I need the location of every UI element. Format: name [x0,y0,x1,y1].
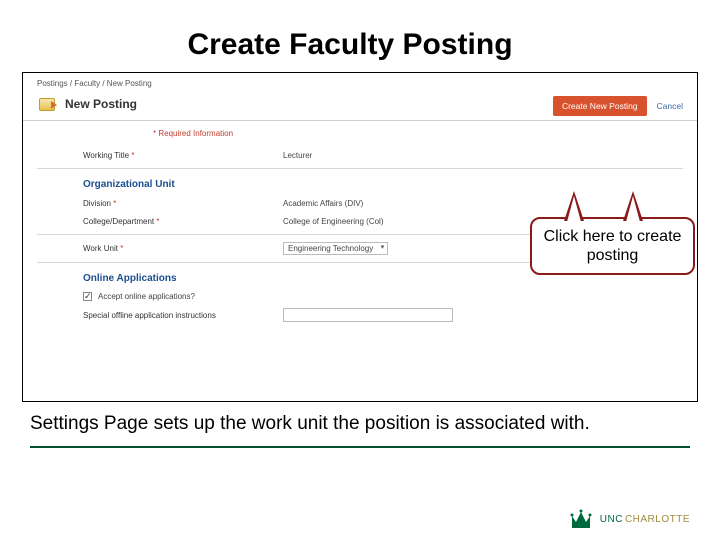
callout-arrow-icon [623,191,643,221]
college-value: College of Engineering (Col) [283,217,384,226]
division-row: Division * Academic Affairs (DIV) [23,194,697,212]
college-label: College/Department * [83,217,283,226]
accept-online-row: Accept online applications? [23,288,697,305]
required-info-label: * Required Information [23,121,697,146]
callout-text: Click here to create posting [538,227,687,265]
application-screenshot: Postings / Faculty / New Posting New Pos… [22,72,698,402]
slide-caption: Settings Page sets up the work unit the … [0,402,720,440]
divider [37,168,683,169]
callout-bubble: Click here to create posting [530,217,695,275]
footer-rule [30,446,690,448]
accept-online-label: Accept online applications? [98,292,195,301]
callout-arrow-icon [564,191,584,221]
special-instructions-input[interactable] [283,308,453,322]
work-unit-dropdown[interactable]: Engineering Technology [283,242,388,255]
crown-icon [568,508,594,530]
folder-arrow-icon [37,96,57,112]
special-instructions-label: Special offline application instructions [83,311,283,320]
slide-title: Create Faculty Posting [0,0,560,72]
create-new-posting-button[interactable]: Create New Posting [553,96,647,116]
working-title-value: Lecturer [283,151,312,160]
division-label: Division * [83,199,283,208]
unc-charlotte-logo: UNCCHARLOTTE [568,508,690,530]
logo-text: UNCCHARLOTTE [600,514,690,525]
working-title-row: Working Title * Lecturer [23,146,697,164]
division-value: Academic Affairs (DIV) [283,199,363,208]
working-title-label: Working Title * [83,151,283,160]
special-instructions-row: Special offline application instructions [23,305,697,325]
header-actions: Create New Posting Cancel [553,96,683,116]
org-unit-heading: Organizational Unit [23,173,697,194]
posting-header: New Posting Create New Posting Cancel [23,92,697,121]
accept-online-checkbox[interactable] [83,292,92,301]
page-title: New Posting [65,97,137,111]
breadcrumb: Postings / Faculty / New Posting [23,73,697,92]
work-unit-select[interactable]: Engineering Technology [283,242,388,255]
work-unit-label: Work Unit * [83,244,283,253]
cancel-link[interactable]: Cancel [657,101,683,111]
